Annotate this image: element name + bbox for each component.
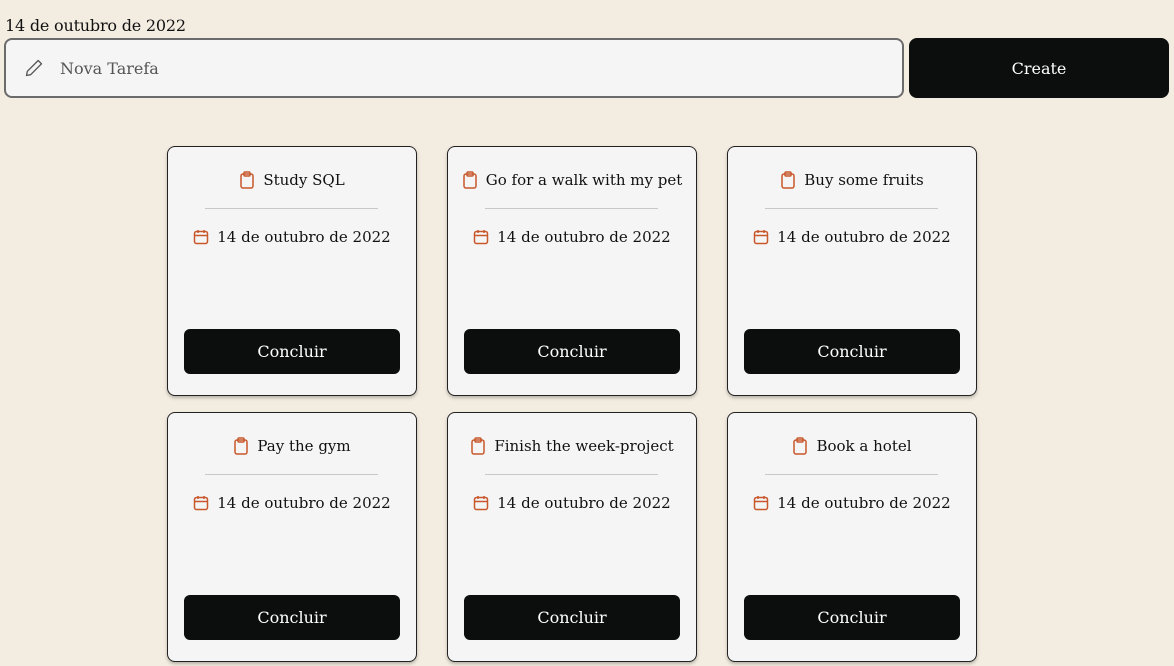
- new-task-input[interactable]: [58, 39, 902, 97]
- clipboard-icon: [233, 437, 249, 455]
- create-button[interactable]: Create: [909, 38, 1169, 98]
- task-title-row: Study SQL: [168, 171, 416, 189]
- card-divider: [765, 474, 938, 475]
- task-date-row: 14 de outubro de 2022: [728, 228, 976, 246]
- task-date: 14 de outubro de 2022: [217, 228, 391, 246]
- card-divider: [765, 208, 938, 209]
- card-divider: [485, 208, 658, 209]
- task-date-row: 14 de outubro de 2022: [448, 494, 696, 512]
- task-date: 14 de outubro de 2022: [217, 494, 391, 512]
- conclude-button[interactable]: Concluir: [184, 329, 400, 374]
- task-card: Study SQL 14 de outubro de 2022 Concluir: [167, 146, 417, 396]
- clipboard-icon: [470, 437, 486, 455]
- task-title-row: Book a hotel: [728, 437, 976, 455]
- new-task-field[interactable]: [4, 38, 904, 98]
- task-title: Finish the week-project: [494, 437, 674, 455]
- task-card: Buy some fruits 14 de outubro de 2022 Co…: [727, 146, 977, 396]
- task-title-row: Pay the gym: [168, 437, 416, 455]
- task-date-row: 14 de outubro de 2022: [168, 494, 416, 512]
- calendar-icon: [473, 229, 489, 245]
- clipboard-icon: [239, 171, 255, 189]
- task-title-row: Finish the week-project: [448, 437, 696, 455]
- conclude-button[interactable]: Concluir: [184, 595, 400, 640]
- task-card: Finish the week-project 14 de outubro de…: [447, 412, 697, 662]
- calendar-icon: [193, 229, 209, 245]
- clipboard-icon: [462, 171, 478, 189]
- card-divider: [205, 208, 378, 209]
- task-title: Study SQL: [263, 171, 345, 189]
- conclude-button[interactable]: Concluir: [464, 329, 680, 374]
- task-date: 14 de outubro de 2022: [497, 494, 671, 512]
- task-date-row: 14 de outubro de 2022: [728, 494, 976, 512]
- task-title-row: Buy some fruits: [728, 171, 976, 189]
- calendar-icon: [473, 495, 489, 511]
- task-card: Pay the gym 14 de outubro de 2022 Conclu…: [167, 412, 417, 662]
- task-date: 14 de outubro de 2022: [777, 494, 951, 512]
- task-date: 14 de outubro de 2022: [777, 228, 951, 246]
- task-title-row: Go for a walk with my pet: [448, 171, 696, 189]
- clipboard-icon: [792, 437, 808, 455]
- conclude-button[interactable]: Concluir: [464, 595, 680, 640]
- task-title: Go for a walk with my pet: [485, 171, 683, 189]
- task-title: Pay the gym: [257, 437, 351, 455]
- calendar-icon: [193, 495, 209, 511]
- pencil-icon: [24, 58, 44, 78]
- calendar-icon: [753, 229, 769, 245]
- task-grid: Study SQL 14 de outubro de 2022 Concluir…: [167, 146, 977, 662]
- task-card: Go for a walk with my pet 14 de outubro …: [447, 146, 697, 396]
- conclude-button[interactable]: Concluir: [744, 595, 960, 640]
- task-card: Book a hotel 14 de outubro de 2022 Concl…: [727, 412, 977, 662]
- task-title: Buy some fruits: [804, 171, 924, 189]
- calendar-icon: [753, 495, 769, 511]
- task-date-row: 14 de outubro de 2022: [168, 228, 416, 246]
- task-date-row: 14 de outubro de 2022: [448, 228, 696, 246]
- current-date: 14 de outubro de 2022: [5, 16, 186, 35]
- card-divider: [485, 474, 658, 475]
- conclude-button[interactable]: Concluir: [744, 329, 960, 374]
- card-divider: [205, 474, 378, 475]
- task-date: 14 de outubro de 2022: [497, 228, 671, 246]
- clipboard-icon: [780, 171, 796, 189]
- task-title: Book a hotel: [816, 437, 912, 455]
